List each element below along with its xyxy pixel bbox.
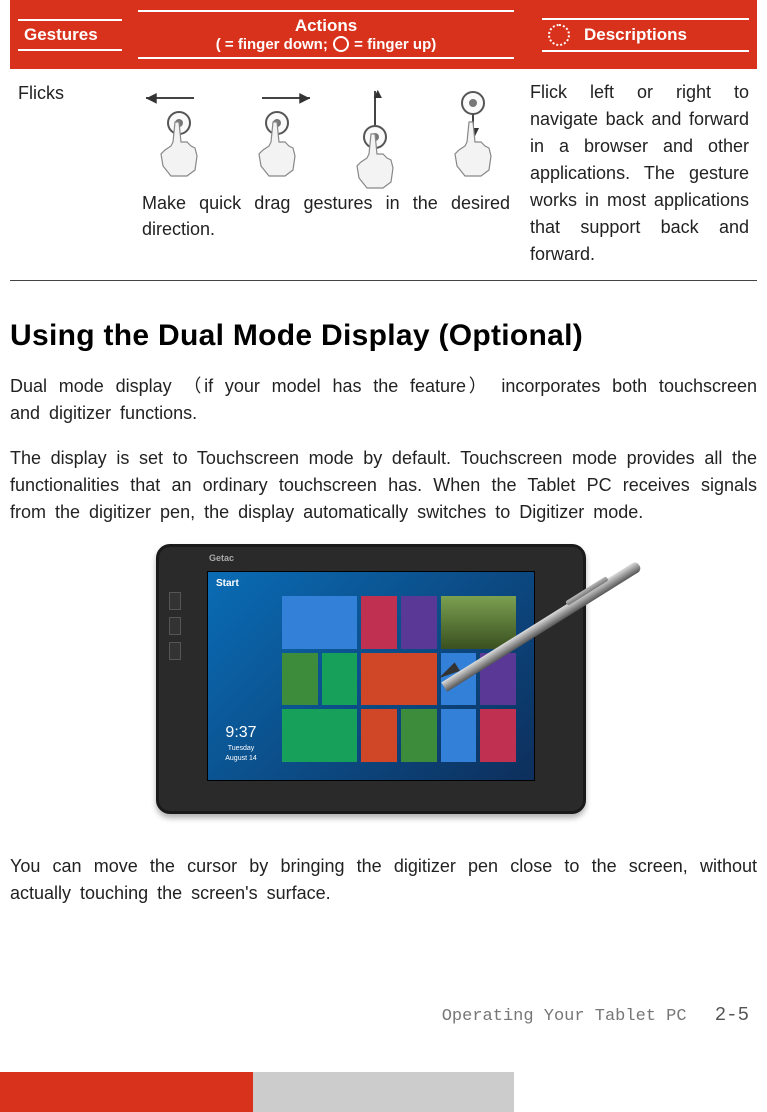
section-para-3: You can move the cursor by bringing the … (10, 853, 757, 907)
header-descriptions-label: Descriptions (584, 25, 687, 45)
tablet-screen: Start 9:37 Tuesday August 14 (207, 571, 535, 781)
page-footer: Operating Your Tablet PC 2-5 (0, 1004, 767, 1026)
red-bar (0, 1072, 253, 1112)
screen-sidebar: 9:37 Tuesday August 14 (208, 590, 274, 762)
gesture-action: ◀ ▶ ▲ (130, 69, 522, 281)
flick-left-icon: ◀ (138, 85, 220, 180)
gesture-description: Flick left or right to navigate back and… (522, 69, 757, 281)
gray-bar (253, 1072, 514, 1112)
footer-chapter: Operating Your Tablet PC (442, 1007, 687, 1026)
flick-down-icon: ▼ (432, 85, 514, 180)
tablet-figure: Getac Start 9:37 Tuesday August 14 (10, 544, 757, 829)
hardware-button (169, 642, 181, 660)
header-actions: Actions ( = finger down; = finger up) (130, 0, 522, 69)
hardware-button (169, 592, 181, 610)
table-row: Flicks ◀ ▶ (10, 69, 757, 281)
flick-right-icon: ▶ (236, 85, 318, 180)
screen-start-label: Start (216, 578, 239, 589)
section-heading: Using the Dual Mode Display (Optional) (10, 319, 757, 353)
screen-day: Tuesday (228, 745, 255, 752)
section-para-1: Dual mode display （if your model has the… (10, 373, 757, 427)
gestures-table: Gestures Actions ( = finger down; = fing… (10, 0, 757, 281)
flick-illustrations: ◀ ▶ ▲ (138, 79, 514, 190)
section-para-2: The display is set to Touchscreen mode b… (10, 445, 757, 526)
tablet-device: Getac Start 9:37 Tuesday August 14 (156, 544, 586, 814)
header-gestures: Gestures (10, 0, 130, 69)
header-gestures-label: Gestures (24, 25, 98, 44)
bottom-decoration (0, 1072, 767, 1112)
finger-up-icon (333, 36, 349, 52)
action-caption: Make quick drag gestures in the desired … (138, 190, 514, 242)
header-actions-legend: ( = finger down; = finger up) (138, 36, 514, 53)
hardware-button (169, 617, 181, 635)
gesture-name: Flicks (10, 69, 130, 281)
start-tiles (282, 596, 516, 762)
screen-time: 9:37 (225, 724, 256, 742)
dotted-circle-icon (548, 24, 570, 46)
flick-up-icon: ▲ (334, 85, 416, 180)
tablet-brand: Getac (209, 553, 234, 563)
header-descriptions: Descriptions (522, 0, 757, 69)
header-actions-label: Actions (138, 16, 514, 36)
footer-page-number: 2-5 (715, 1004, 749, 1026)
screen-date: August 14 (225, 755, 257, 762)
